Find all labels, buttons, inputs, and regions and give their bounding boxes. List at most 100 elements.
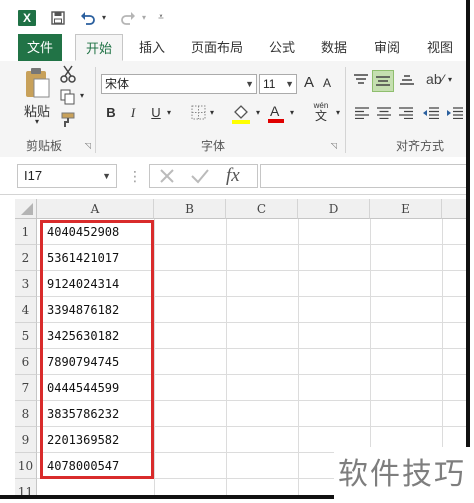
cancel-entry-icon[interactable] [158,167,178,187]
top-align-icon[interactable] [352,73,370,89]
svg-text:A: A [270,103,280,119]
orientation-icon[interactable]: ab⁄ [424,71,446,91]
font-name-combo[interactable]: 宋体 ▼ [101,74,257,94]
column-header-e[interactable]: E [370,199,442,219]
redo-icon[interactable] [118,8,138,28]
row-header[interactable]: 10 [15,453,37,479]
cell-a[interactable]: 0444544599 [47,375,119,401]
cell-a[interactable]: 3425630182 [47,323,119,349]
formula-buttons: fx [149,164,258,188]
tab-data[interactable]: 数据 [314,34,354,61]
bold-button[interactable]: B [104,105,118,120]
column-header-b[interactable]: B [154,199,226,219]
chevron-down-icon: ▼ [285,79,294,89]
table-row: 3394876182 [37,297,466,323]
underline-dropdown-icon[interactable]: ▾ [165,108,173,117]
undo-dropdown-icon[interactable]: ▾ [100,8,108,28]
grow-font-button[interactable]: A [301,74,317,91]
orientation-dropdown-icon[interactable]: ▾ [446,75,454,84]
confirm-entry-icon[interactable] [190,167,210,187]
cell-a[interactable]: 3394876182 [47,297,119,323]
chevron-down-icon: ▼ [245,79,254,89]
tab-file[interactable]: 文件 [18,34,62,61]
row-header[interactable]: 5 [15,323,37,349]
row-header[interactable]: 4 [15,297,37,323]
excel-app-icon[interactable]: X [18,10,36,26]
font-launcher-icon[interactable]: ◹ [330,141,338,150]
tab-review[interactable]: 审阅 [367,34,407,61]
align-center-icon[interactable] [376,107,392,121]
fill-color-dropdown-icon[interactable]: ▾ [254,108,262,117]
paste-dropdown-icon[interactable]: ▾ [32,117,42,126]
middle-align-icon[interactable] [372,70,394,92]
formula-input[interactable] [260,164,466,188]
undo-icon[interactable] [78,8,98,28]
row-header[interactable]: 6 [15,349,37,375]
column-header-d[interactable]: D [298,199,370,219]
ribbon-separator [95,67,96,153]
resize-dots-icon[interactable]: ⋮ [128,167,142,185]
phonetic-guide-button[interactable]: wén 文 [310,101,332,125]
tab-page-layout[interactable]: 页面布局 [185,34,249,61]
row-header[interactable]: 9 [15,427,37,453]
increase-indent-icon[interactable] [446,107,464,121]
tab-home[interactable]: 开始 [75,34,123,61]
borders-icon[interactable] [190,105,206,121]
fill-color-icon[interactable] [231,103,251,125]
italic-button[interactable]: I [127,105,139,121]
column-header-a[interactable]: A [37,199,154,219]
font-size-combo[interactable]: 11 ▼ [259,74,297,94]
chevron-down-icon: ▼ [102,171,111,181]
row-header[interactable]: 11 [15,479,37,495]
alignment-group-label: 对齐方式 [396,139,445,153]
cut-icon[interactable] [60,65,76,83]
copy-dropdown-icon[interactable]: ▾ [78,91,86,100]
tab-formulas[interactable]: 公式 [262,34,302,61]
align-left-icon[interactable] [354,107,370,121]
excel-window: X ▾ ▾ ⩡ 文件 开始 插入 页面布局 公式 数据 审阅 视图 粘贴 ▾ ▾… [0,0,470,499]
column-header-c[interactable]: C [226,199,298,219]
customize-qat-icon[interactable]: ⩡ [155,8,167,28]
bottom-align-icon[interactable] [398,73,416,89]
name-box[interactable]: I17 ▼ [17,164,117,188]
tab-insert[interactable]: 插入 [132,34,172,61]
save-icon[interactable] [50,8,66,28]
insert-function-button[interactable]: fx [226,165,252,187]
ribbon-tabs: 文件 开始 插入 页面布局 公式 数据 审阅 视图 [0,34,466,62]
select-all-corner[interactable] [15,199,37,219]
title-bar: X ▾ ▾ ⩡ [0,0,466,34]
cell-a[interactable]: 2201369582 [47,427,119,453]
paste-button[interactable]: 粘贴 [22,101,52,119]
row-header[interactable]: 8 [15,401,37,427]
cell-a[interactable]: 5361421017 [47,245,119,271]
tab-view[interactable]: 视图 [420,34,460,61]
cell-a[interactable]: 9124024314 [47,271,119,297]
font-group-label: 字体 [201,139,226,153]
align-right-icon[interactable] [398,107,414,121]
borders-dropdown-icon[interactable]: ▾ [208,108,216,117]
clipboard-launcher-icon[interactable]: ◹ [84,141,92,150]
table-row: 7890794745 [37,349,466,375]
font-color-dropdown-icon[interactable]: ▾ [288,108,296,117]
row-header[interactable]: 7 [15,375,37,401]
underline-button[interactable]: U [149,105,163,120]
row-header[interactable]: 1 [15,219,37,245]
table-row: 3835786232 [37,401,466,427]
ribbon-home: 粘贴 ▾ ▾ 剪贴板 ◹ 宋体 ▼ 11 ▼ A A B I U ▾ ▾ ▾ A… [0,61,466,158]
cell-a[interactable]: 4040452908 [47,219,119,245]
format-painter-icon[interactable] [60,111,78,129]
cell-a[interactable]: 3835786232 [47,401,119,427]
row-header[interactable]: 3 [15,271,37,297]
paste-icon[interactable] [22,67,52,101]
font-color-icon[interactable]: A [267,102,285,124]
phonetic-dropdown-icon[interactable]: ▾ [334,108,342,117]
column-header-f[interactable] [442,199,466,219]
cell-a[interactable]: 7890794745 [47,349,119,375]
table-row: 9124024314 [37,271,466,297]
row-header[interactable]: 2 [15,245,37,271]
redo-dropdown-icon[interactable]: ▾ [140,8,148,28]
cell-a[interactable]: 4078000547 [47,453,119,479]
shrink-font-button[interactable]: A [320,76,334,90]
decrease-indent-icon[interactable] [422,107,440,121]
copy-icon[interactable] [60,89,76,107]
